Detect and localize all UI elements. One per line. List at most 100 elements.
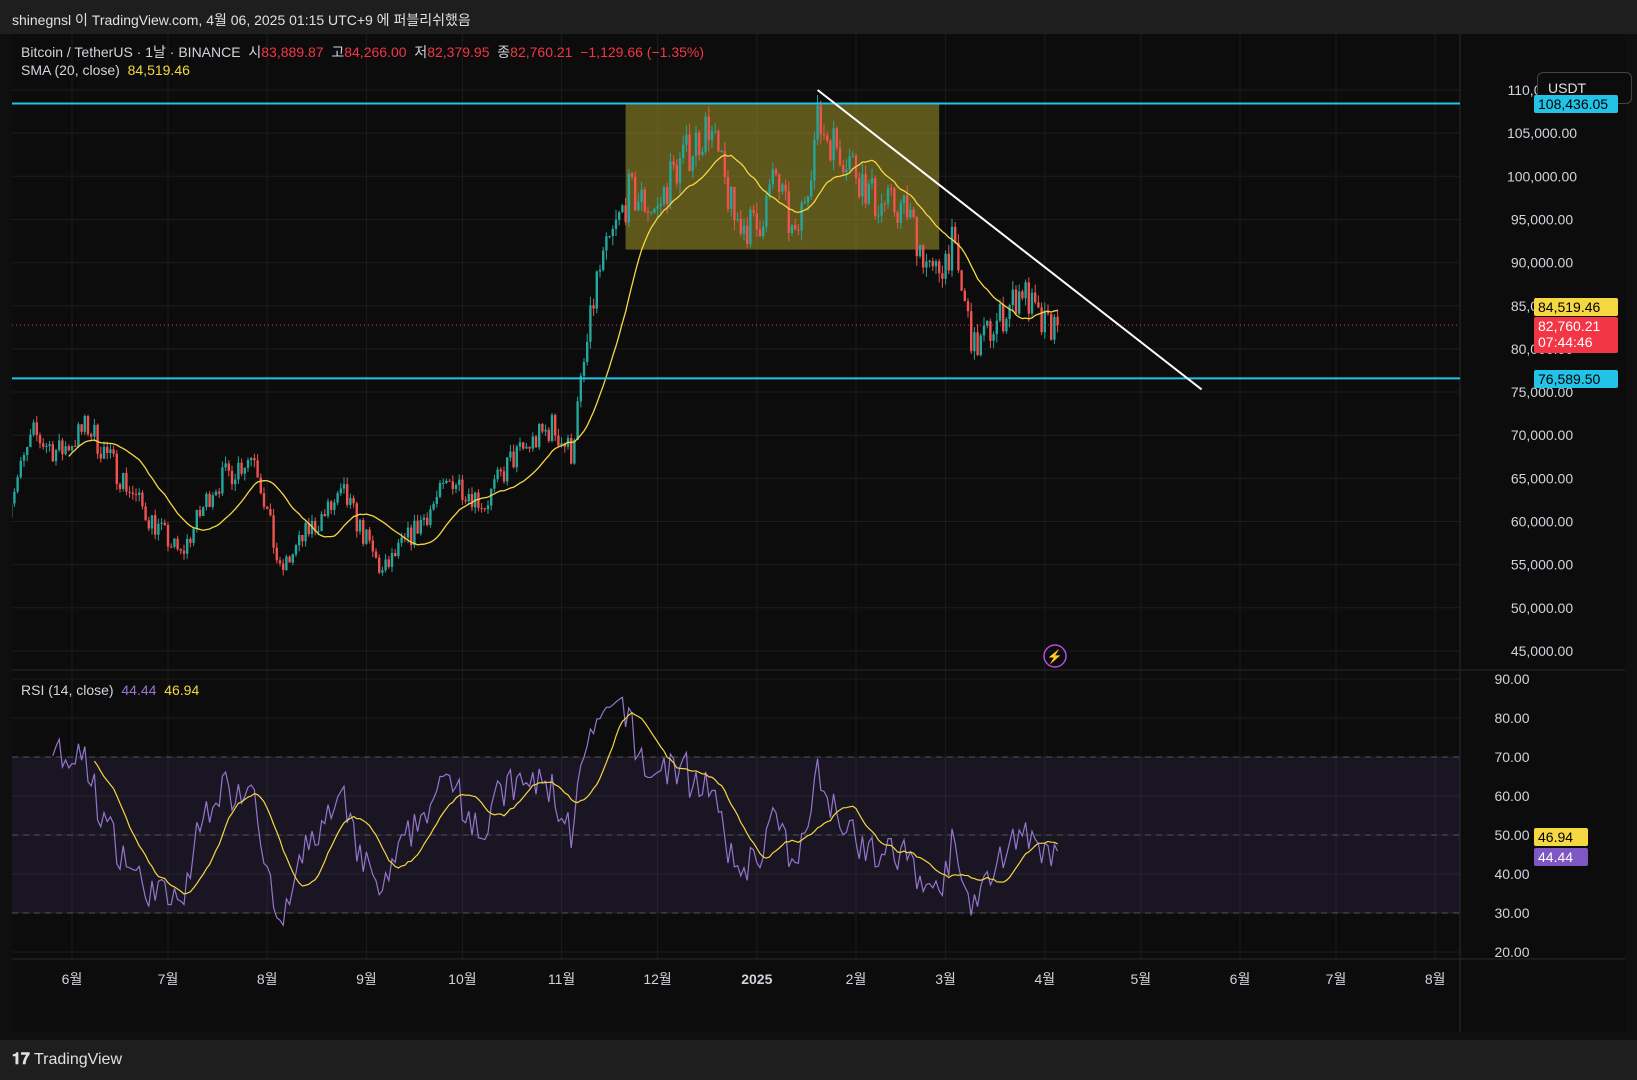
candle-body: [1043, 310, 1046, 333]
candle-body: [176, 538, 179, 550]
candle-body: [582, 361, 586, 376]
candle-body: [1030, 292, 1034, 314]
candle-body: [323, 514, 326, 516]
candle-body: [752, 209, 755, 213]
candle-body: [627, 173, 630, 223]
candle-body: [557, 435, 560, 446]
candle-body: [266, 506, 269, 510]
chart-area[interactable]: 110,000.00105,000.00100,000.0095,000.009…: [12, 34, 1632, 1032]
candle-body: [1024, 282, 1027, 299]
candle-body: [170, 546, 173, 548]
candle-body: [493, 479, 496, 489]
candle-body: [544, 429, 547, 432]
candle-body: [973, 332, 976, 352]
candle-body: [941, 273, 944, 279]
chart-canvas[interactable]: 110,000.00105,000.00100,000.0095,000.009…: [12, 34, 1625, 1032]
candle-body: [38, 435, 42, 444]
candle-body: [944, 253, 947, 279]
candle-body: [864, 173, 867, 204]
candle-body: [995, 320, 998, 335]
candle-body: [851, 155, 854, 157]
candle-body: [166, 524, 170, 547]
candle-body: [259, 477, 262, 494]
candle-body: [826, 135, 829, 141]
candle-body: [125, 472, 128, 492]
candle-body: [138, 492, 141, 495]
candle-countdown: 07:44:46: [1538, 334, 1593, 350]
candle-body: [64, 446, 67, 455]
candle-body: [963, 290, 966, 302]
candle-body: [726, 176, 730, 210]
candle-body: [483, 508, 486, 510]
candle-body: [883, 203, 886, 205]
candle-body: [698, 132, 701, 155]
candle-body: [208, 493, 211, 507]
candle-body: [950, 226, 954, 271]
candle-body: [1050, 313, 1053, 340]
candle-body: [294, 545, 298, 555]
candle-body: [1056, 316, 1059, 326]
candle-body: [298, 535, 301, 546]
rsi-legend[interactable]: RSI (14, close) 44.44 46.94: [21, 682, 199, 698]
candle-body: [365, 529, 368, 544]
candle-body: [1037, 302, 1040, 308]
candle-body: [378, 557, 381, 573]
candle-body: [454, 485, 458, 489]
candle-body: [339, 488, 342, 494]
candle-body: [496, 469, 499, 480]
candle-body: [150, 515, 154, 529]
candle-body: [342, 484, 346, 489]
candle-body: [765, 195, 768, 227]
candle-body: [381, 570, 384, 573]
close-value: 82,760.21: [510, 44, 573, 60]
time-tick: 4월: [1034, 971, 1055, 987]
candle-body: [819, 105, 822, 135]
candle-body: [490, 488, 493, 506]
time-tick: 2월: [846, 971, 867, 987]
candle-body: [1027, 282, 1030, 314]
candle-body: [1034, 292, 1037, 303]
brand-name[interactable]: TradingView: [34, 1051, 122, 1068]
candle-body: [554, 415, 557, 436]
candle-body: [710, 131, 714, 141]
candle-body: [762, 226, 765, 237]
candle-body: [45, 445, 48, 447]
candle-body: [794, 225, 797, 230]
candle-body: [253, 458, 256, 461]
candle-body: [96, 424, 99, 454]
candle-body: [877, 215, 880, 217]
candle-body: [717, 130, 720, 152]
candle-body: [435, 496, 438, 504]
close-label: 종: [497, 44, 511, 60]
sma-legend[interactable]: SMA (20, close) 84,519.46: [21, 62, 190, 78]
candle-body: [118, 484, 122, 489]
candle-body: [429, 509, 432, 525]
candle-body: [592, 305, 595, 309]
time-tick: 8월: [257, 971, 278, 987]
candle-body: [880, 203, 883, 216]
candle-body: [589, 305, 592, 342]
candle-body: [528, 446, 531, 449]
candle-body: [640, 189, 643, 203]
publish-info: shinegnsl 이 TradingView.com, 4월 06, 2025…: [0, 0, 1637, 34]
time-tick: 12월: [643, 971, 671, 987]
candle-body: [915, 217, 918, 257]
candle-body: [438, 483, 442, 497]
symbol-name[interactable]: Bitcoin / TetherUS · 1날 · BINANCE: [21, 44, 241, 60]
candle-body: [192, 528, 195, 543]
candle-body: [35, 422, 38, 436]
candle-body: [720, 150, 723, 152]
candle-body: [288, 556, 291, 563]
candle-body: [874, 178, 877, 217]
candle-body: [614, 219, 618, 230]
candle-body: [755, 212, 758, 230]
candle-body: [272, 515, 275, 548]
rsi-tick: 50.00: [1494, 827, 1529, 843]
candle-body: [701, 151, 704, 155]
candle-body: [74, 445, 77, 447]
candle-body: [688, 134, 691, 171]
time-tick: 6월: [1230, 971, 1251, 987]
candle-body: [93, 424, 96, 437]
tradingview-logo-icon[interactable]: 𝟏𝟕: [12, 1051, 30, 1068]
candle-body: [714, 130, 717, 132]
